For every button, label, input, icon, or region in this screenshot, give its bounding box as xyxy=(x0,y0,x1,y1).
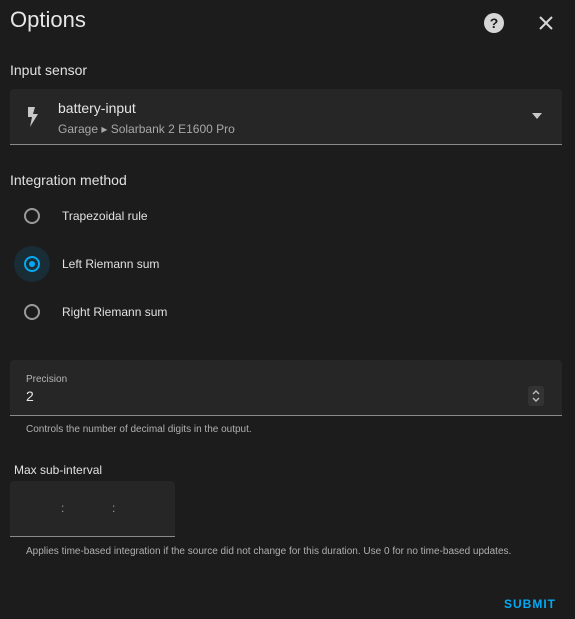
radio-button[interactable] xyxy=(24,304,40,320)
minutes-field[interactable] xyxy=(70,495,110,521)
input-sensor-select[interactable]: battery-input Garage ▸ Solarbank 2 E1600… xyxy=(10,89,562,145)
precision-stepper[interactable] xyxy=(528,386,544,406)
precision-field[interactable]: Precision 2 xyxy=(10,360,562,416)
options-dialog: Options ? Input sensor battery-input Gar… xyxy=(0,0,575,619)
radio-label: Left Riemann sum xyxy=(62,257,160,271)
radio-option-trapezoidal[interactable]: Trapezoidal rule xyxy=(16,200,316,236)
radio-label: Trapezoidal rule xyxy=(62,209,148,223)
close-button[interactable] xyxy=(535,12,557,34)
svg-text:?: ? xyxy=(490,15,499,31)
radio-button-selected[interactable] xyxy=(24,256,40,272)
radio-option-right-riemann[interactable]: Right Riemann sum xyxy=(16,296,316,332)
max-sub-interval-label: Max sub-interval xyxy=(14,463,103,477)
radio-option-left-riemann[interactable]: Left Riemann sum xyxy=(14,246,316,284)
precision-value[interactable]: 2 xyxy=(26,388,34,404)
hours-field[interactable] xyxy=(18,495,58,521)
input-sensor-context: Garage ▸ Solarbank 2 E1600 Pro xyxy=(58,122,235,136)
input-sensor-value: battery-input xyxy=(58,100,136,116)
input-sensor-label: Input sensor xyxy=(10,62,88,78)
integration-method-label: Integration method xyxy=(10,172,127,188)
time-separator: : xyxy=(61,501,65,515)
dialog-title: Options xyxy=(10,7,86,32)
lightning-bolt-icon xyxy=(28,107,38,127)
stepper-arrows-icon xyxy=(532,390,540,402)
submit-button[interactable]: SUBMIT xyxy=(504,597,556,611)
help-button[interactable]: ? xyxy=(483,12,505,34)
max-sub-interval-helper-text: Applies time-based integration if the so… xyxy=(26,546,512,557)
time-separator: : xyxy=(112,501,116,515)
help-circle-icon: ? xyxy=(484,13,504,33)
close-icon xyxy=(539,16,553,30)
precision-label: Precision xyxy=(26,374,68,385)
precision-helper-text: Controls the number of decimal digits in… xyxy=(26,424,252,435)
chevron-down-icon xyxy=(532,113,542,119)
radio-label: Right Riemann sum xyxy=(62,305,168,319)
seconds-field[interactable] xyxy=(122,495,162,521)
max-sub-interval-input[interactable]: : : xyxy=(10,481,175,537)
radio-button[interactable] xyxy=(24,208,40,224)
dialog-header: Options ? xyxy=(0,0,575,46)
